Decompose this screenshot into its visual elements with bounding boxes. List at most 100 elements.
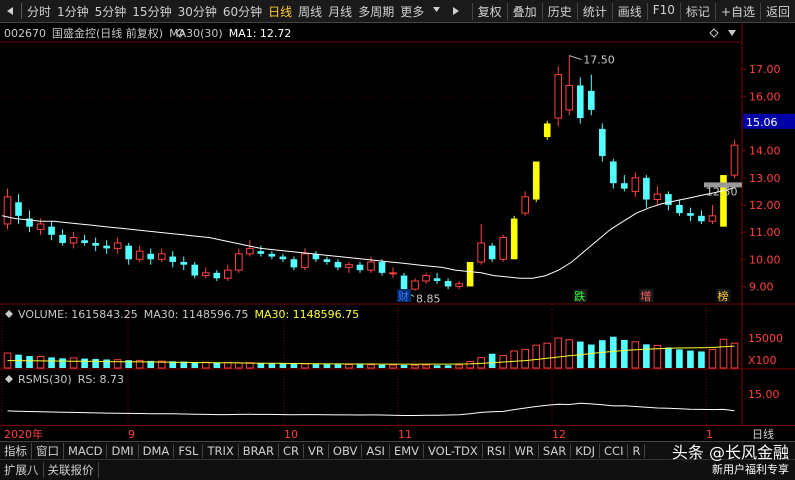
indicator-tab[interactable]: ASI [362,444,390,458]
price-axis-label: 11.00 [749,226,781,239]
candle-body [532,161,540,200]
candle-body [554,74,563,119]
toolbar-button[interactable]: 标记 [679,2,715,20]
indicator-tab[interactable]: FSL [174,444,204,458]
toolbar-button[interactable]: 画线 [611,2,647,20]
arrow-right-icon[interactable] [449,5,462,18]
period-tab[interactable]: 60分钟 [220,3,265,20]
period-tab[interactable]: 月线 [325,3,355,20]
candle-body [477,242,485,263]
volume-bar [213,362,221,368]
candle [279,253,287,262]
period-tab[interactable]: 周线 [295,3,325,20]
candle [81,234,88,246]
candle [26,210,33,233]
indicator-tab[interactable]: 指标 [0,443,32,459]
candle-body [356,264,364,271]
current-price-label: 15.06 [746,116,778,129]
indicator-tab[interactable]: 窗口 [32,443,64,459]
price-axis-label: 12.00 [749,199,781,212]
indicator-tab[interactable]: WR [510,444,539,458]
volume-bar [367,364,375,369]
indicator-tab[interactable]: R [628,444,646,458]
candle-body [345,264,353,268]
indicator-tab[interactable]: CCI [600,444,629,458]
period-tab[interactable]: 日线 [265,3,295,20]
volume-bar [103,359,110,368]
candle [565,55,574,116]
candle-body [169,256,177,262]
rsms-axis-label: 15.00 [748,388,780,401]
indicator-tab[interactable]: CR [279,444,305,458]
candle [444,278,452,290]
toolbar-button[interactable]: 返回 [759,2,795,20]
rsms-value: RS: 8.73 [77,372,125,386]
indicator-tab[interactable]: DMI [107,444,139,458]
watermark-sub: 新用户福利专享 [712,463,789,476]
candle [521,191,530,216]
period-tab[interactable]: 更多 [397,3,427,20]
volume-axis-label: 15000 [748,332,783,345]
period-toolbar: 分时 1分钟 5分钟 15分钟 30分钟 60分钟 日线 周线 月线 多周期 更多 复权 叠加 历史 统计… [0,0,795,23]
candle-body [621,183,628,189]
volume-bar [356,364,364,368]
candle [334,259,342,271]
candle [599,123,606,162]
ma-label[interactable]: MA30(30) [169,27,223,40]
candle-body [246,247,254,255]
toolbar-divider [21,3,22,19]
period-tab[interactable]: 30分钟 [175,3,220,20]
candle-body [3,196,12,225]
candle-body [36,223,45,230]
period-tab[interactable]: 15分钟 [129,3,174,20]
candle-body [576,85,584,119]
candle [653,185,662,205]
indicator-tab[interactable]: VR [304,444,329,458]
arrow-left-icon[interactable] [3,5,16,18]
price-axis-label: 9.00 [749,280,774,293]
period-tab[interactable]: 5分钟 [92,3,130,20]
indicator-tab[interactable]: BRAR [239,444,280,458]
candle [631,172,640,197]
indicator-tab[interactable]: TRIX [203,444,239,458]
toolbar-button[interactable]: 统计 [576,2,612,20]
volume-bar [36,356,45,369]
toolbar-button[interactable]: 叠加 [506,2,542,20]
toolbar-button[interactable]: F10 [646,2,680,20]
period-tab[interactable]: 1分钟 [54,3,92,20]
indicator-tab[interactable]: EMV [390,444,424,458]
chart-canvas: 17.00 16.00 15.00 14.00 13.00 12.00 11.00 10.00… [0,22,795,425]
volume-bar [665,347,672,368]
indicator-tab[interactable]: OBV [329,444,363,458]
candle [455,280,463,290]
indicator-tab[interactable]: DMA [139,444,175,458]
toolbar-button[interactable]: 复权 [471,2,507,20]
period-tab[interactable]: 多周期 [355,3,397,20]
indicator-tab[interactable]: VOL-TDX [424,444,483,458]
period-tab[interactable]: 分时 [24,3,54,20]
candle [147,248,155,265]
indicator-tab[interactable]: KDJ [571,444,601,458]
high-pointer [569,55,582,61]
indicator-tab[interactable]: MACD [64,444,108,458]
rsms-name[interactable]: RSMS(30) [18,373,72,386]
ma-value: MA1: 12.72 [228,26,292,40]
chevron-down-icon[interactable] [430,3,443,16]
candle-body [389,272,397,275]
candle-body [643,177,650,200]
bottom-tab[interactable]: 关联报价 [44,462,99,478]
indicator-tab[interactable]: SAR [539,444,572,458]
candle-body [499,237,507,260]
volume-bar [610,336,617,368]
volume-bar [543,342,552,369]
candle-body [466,261,474,287]
candle [708,204,717,224]
candle [389,267,397,279]
toolbar-button[interactable]: +自选 [714,2,760,20]
volume-bar [290,363,298,368]
indicator-tab[interactable]: RSI [483,444,511,458]
toolbar-button[interactable]: 历史 [541,2,577,20]
candle-body [301,253,309,268]
bottom-tab[interactable]: 扩展八 [0,462,44,478]
volume-bar [466,361,474,369]
